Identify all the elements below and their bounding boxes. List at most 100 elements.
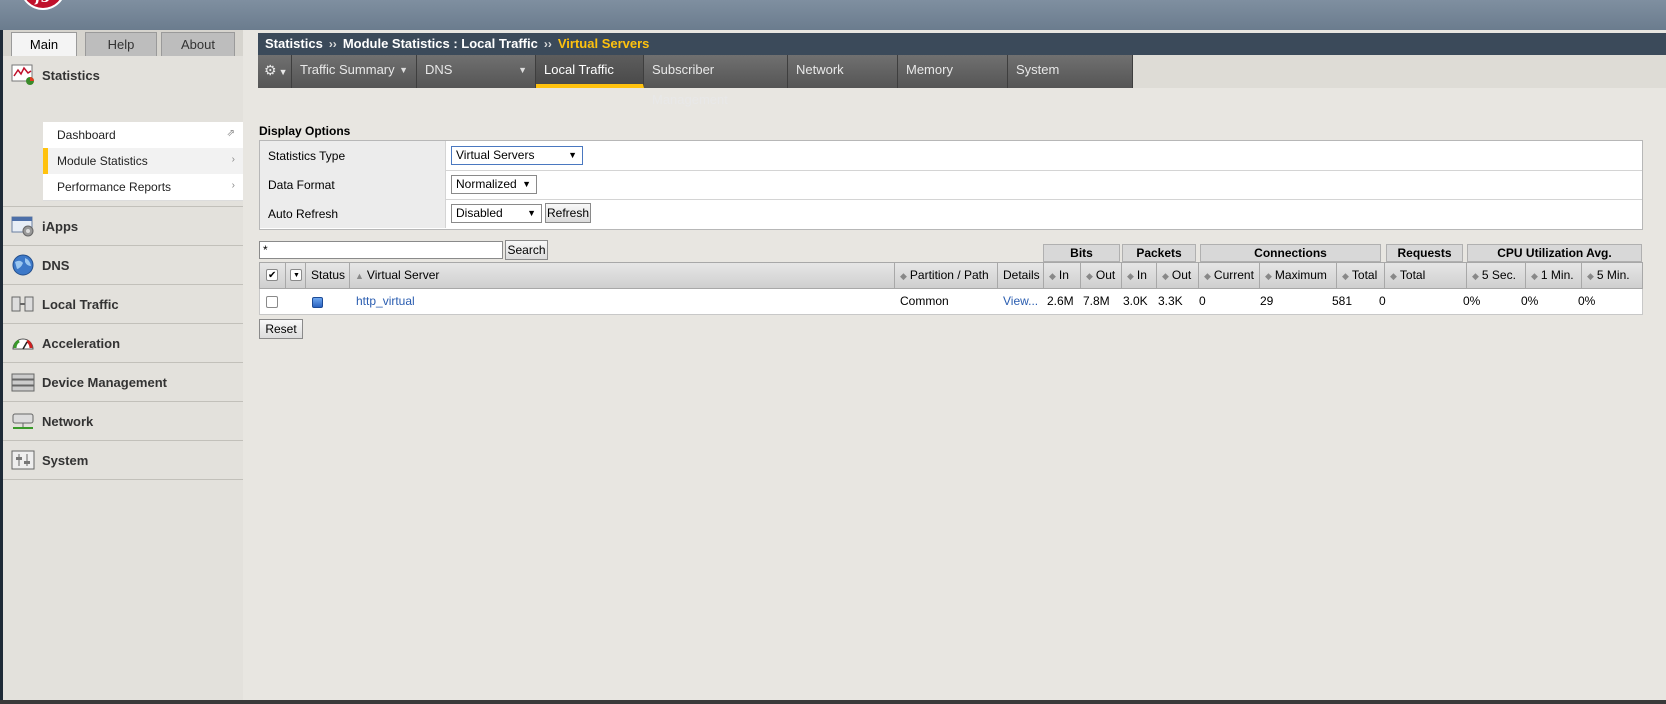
globe-icon [12,254,34,276]
col-bits-out[interactable]: ◆ Out [1081,263,1122,288]
tab-help[interactable]: Help [85,32,157,57]
col-label: Out [1095,268,1116,282]
conn-max-value: 29 [1260,294,1274,308]
tab-network[interactable]: Network [788,55,898,88]
sort-icon: ◆ [1265,271,1272,281]
col-conn-current[interactable]: ◆ Current [1199,263,1260,288]
sort-icon: ◆ [1472,271,1479,281]
reset-button[interactable]: Reset [259,319,303,339]
divider [3,479,243,480]
sidebar-item-label: DNS [42,258,70,273]
search-button[interactable]: Search [505,240,548,260]
sidebar-item-system[interactable]: System [3,441,243,479]
auto-refresh-select[interactable]: Disabled ▼ [451,204,542,223]
sort-icon: ◆ [1204,271,1211,281]
sidebar-item-device-management[interactable]: Device Management [3,363,243,401]
select-value: Disabled [456,206,503,220]
sidebar-sub-dashboard[interactable]: Dashboard ⇗ [43,122,243,149]
row-checkbox[interactable] [266,296,278,308]
breadcrumb-statistics[interactable]: Statistics [265,36,323,51]
display-options-title: Display Options [259,124,351,138]
caret-down-icon: ▼ [518,65,527,75]
select-all-checkbox[interactable]: ✔ [266,269,278,281]
sidebar-sub-performance-reports[interactable]: Performance Reports › [43,174,243,201]
header-banner [0,0,1666,30]
col-conn-maximum[interactable]: ◆ Maximum [1260,263,1337,288]
sort-icon: ◆ [1390,271,1397,281]
sort-icon: ◆ [1086,271,1093,281]
caret-down-icon: ▼ [568,150,577,160]
sidebar-item-acceleration[interactable]: Acceleration [3,324,243,362]
sidebar-item-statistics[interactable]: Statistics [3,56,243,94]
row-menu-dropdown[interactable]: ▼ [290,269,302,281]
sidebar-item-local-traffic[interactable]: Local Traffic [3,285,243,323]
status-available-icon [312,297,323,308]
refresh-button[interactable]: Refresh [545,203,591,223]
sidebar-tabs: Main Help About [3,30,243,58]
breadcrumb-module-statistics[interactable]: Module Statistics : Local Traffic [343,36,538,51]
auto-refresh-row: Auto Refresh Disabled ▼ Refresh [260,199,1642,229]
col-label: Virtual Server [366,268,440,282]
col-status[interactable]: Status [306,263,350,288]
col-label: In [1058,268,1069,282]
col-packets-in[interactable]: ◆ In [1122,263,1157,288]
data-format-select[interactable]: Normalized ▼ [451,175,537,194]
sidebar-sub-module-statistics[interactable]: Module Statistics › [43,148,243,175]
search-input[interactable] [259,241,503,259]
col-cpu-5sec[interactable]: ◆ 5 Sec. [1467,263,1526,288]
data-format-label: Data Format [260,170,446,199]
row-menu-header[interactable]: ▼ [286,263,306,288]
select-all-header[interactable]: ✔ [260,263,286,288]
sidebar-item-dns[interactable]: DNS [3,246,243,284]
tab-local-traffic[interactable]: Local Traffic [536,55,644,88]
tab-label: System [1016,62,1060,77]
tab-memory[interactable]: Memory [898,55,1008,88]
sidebar-item-label: System [42,453,89,468]
col-virtual-server[interactable]: ▲ Virtual Server [350,263,895,288]
col-conn-total[interactable]: ◆ Total [1337,263,1385,288]
col-cpu-5min[interactable]: ◆ 5 Min. [1582,263,1642,288]
sort-icon: ◆ [1531,271,1538,281]
col-label: 1 Min. [1540,268,1574,282]
group-requests: Requests [1386,244,1463,262]
tab-subscriber-management[interactable]: Subscriber Management [644,55,788,107]
statistics-type-select[interactable]: Virtual Servers ▼ [451,146,583,165]
col-label: Out [1171,268,1192,282]
gear-menu-button[interactable]: ⚙ ▼ [258,55,292,88]
cpu-5min-value: 0% [1578,294,1596,308]
tab-label: Local Traffic [544,62,614,77]
tab-label: Subscriber Management [652,62,728,107]
details-link[interactable]: View... [1003,289,1038,314]
col-label: 5 Sec. [1481,268,1516,282]
logo-text: f5 [22,0,64,6]
caret-down-icon: ▼ [399,65,408,75]
sidebar-item-label: Local Traffic [42,297,119,312]
sub-label: Dashboard [57,128,116,142]
sidebar: Main Help About Statistics Dashboard ⇗ M… [3,30,243,704]
col-label: Total [1399,268,1426,282]
caret-down-icon: ▼ [522,179,531,189]
virtual-server-link[interactable]: http_virtual [356,289,415,314]
tab-traffic-summary[interactable]: Traffic Summary ▼ [292,55,417,88]
group-bits: Bits [1043,244,1120,262]
tab-about[interactable]: About [161,32,235,57]
tab-main[interactable]: Main [11,32,77,58]
col-bits-in[interactable]: ◆ In [1044,263,1081,288]
col-cpu-1min[interactable]: ◆ 1 Min. [1526,263,1582,288]
sub-label: Performance Reports [57,180,172,194]
col-partition-path[interactable]: ◆ Partition / Path [895,263,998,288]
caret-down-icon: ▼ [293,272,300,279]
tab-system[interactable]: System [1008,55,1133,88]
caret-down-icon: ▼ [278,67,288,77]
col-label: Partition / Path [909,268,989,282]
req-total-value: 0 [1379,294,1386,308]
sidebar-item-label: Device Management [42,375,167,390]
col-req-total[interactable]: ◆ Total [1385,263,1467,288]
sidebar-item-network[interactable]: Network [3,402,243,440]
col-label: In [1136,268,1147,282]
sidebar-item-iapps[interactable]: iApps [3,207,243,245]
network-icon [12,413,34,429]
tab-dns[interactable]: DNS ▼ [417,55,536,88]
col-packets-out[interactable]: ◆ Out [1157,263,1199,288]
col-details: Details [998,263,1044,288]
